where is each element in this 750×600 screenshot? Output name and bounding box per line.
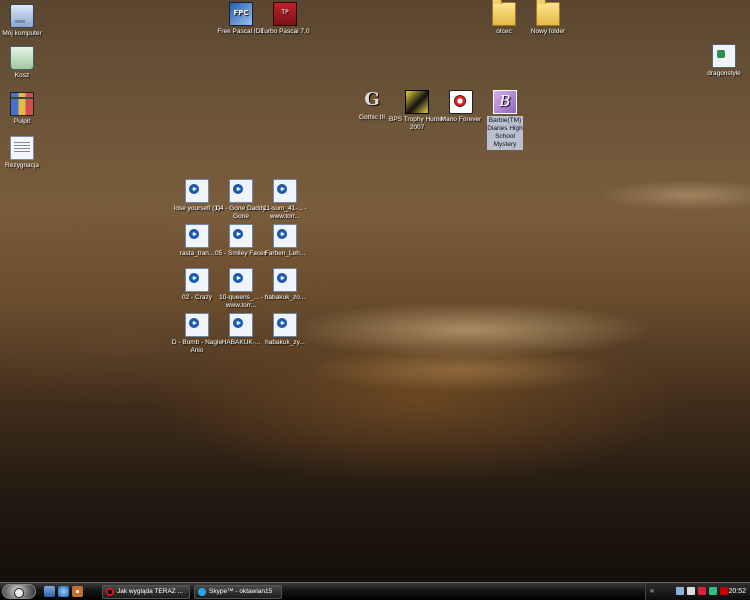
skype-icon xyxy=(198,588,206,596)
bps-trophy-hunter-icon xyxy=(405,90,429,114)
icon-label: Mój komputer xyxy=(2,30,42,37)
desktop-icon-barbie[interactable]: B Barbie(TM) Diaries High School Mystery xyxy=(477,90,533,150)
start-button[interactable] xyxy=(2,584,36,599)
media-file-icon xyxy=(273,179,297,203)
folder-icon xyxy=(536,0,560,26)
icon-label: Pulpit xyxy=(13,118,31,125)
media-file-icon xyxy=(229,268,253,292)
file-label: 11-sum_41-... - www.torr... xyxy=(263,205,307,220)
desktop-icon-nowy-folder[interactable]: Nowy folder xyxy=(520,0,576,36)
show-desktop-icon[interactable] xyxy=(44,586,55,597)
media-file-icon xyxy=(185,268,209,292)
icon-label: Rezygnacja xyxy=(5,162,39,169)
desktop-icon-image xyxy=(10,92,34,116)
tray-expand-icon[interactable]: « xyxy=(650,586,654,596)
media-player-icon[interactable] xyxy=(72,586,83,597)
volume-icon[interactable] xyxy=(687,587,695,595)
media-file-icon xyxy=(229,224,253,248)
computer-icon xyxy=(10,4,34,28)
document-icon xyxy=(10,136,34,160)
file-label: habakuk_zy... xyxy=(265,339,305,346)
barbie-icon: B xyxy=(493,90,517,114)
taskbar-button-opera[interactable]: Jak wygląda TERAZ ... xyxy=(102,585,190,599)
desktop-icon-turbo-pascal[interactable]: TP Turbo Pascal 7.0 xyxy=(257,2,313,36)
desktop-icon-recycle-bin[interactable]: Kosz xyxy=(0,46,50,80)
file-label: Farben_Leh... xyxy=(264,250,306,257)
media-file-icon xyxy=(185,313,209,337)
media-file[interactable]: Farben_Leh... xyxy=(257,224,313,258)
antivirus-icon[interactable] xyxy=(698,587,706,595)
desktop-icon-pulpit[interactable]: Pulpit xyxy=(0,92,50,126)
icon-label: dragonstyle xyxy=(707,70,741,77)
media-file[interactable]: habakuk_zy... xyxy=(257,313,313,347)
system-tray: « 20:52 xyxy=(645,583,750,600)
shield-icon[interactable] xyxy=(709,587,717,595)
media-file-icon xyxy=(185,224,209,248)
task-label: Jak wygląda TERAZ ... xyxy=(117,588,183,595)
network-icon[interactable] xyxy=(676,587,684,595)
folder-icon xyxy=(492,0,516,26)
icon-label: Turbo Pascal 7.0 xyxy=(260,28,310,35)
icon-label: Nowy folder xyxy=(530,28,566,35)
free-pascal-icon: FPC xyxy=(229,2,253,26)
turbo-pascal-icon: TP xyxy=(273,2,297,26)
internet-explorer-icon[interactable] xyxy=(58,586,69,597)
taskbar-button-skype[interactable]: Skype™ - oktawian15 xyxy=(194,585,282,599)
desktop-icon-dragonstyle[interactable]: dragonstyle xyxy=(696,44,750,78)
icon-label: Barbie(TM) Diaries High School Mystery xyxy=(487,116,523,150)
dragonstyle-icon xyxy=(712,44,736,68)
mario-forever-icon xyxy=(449,90,473,114)
desktop-icon-my-computer[interactable]: Mój komputer xyxy=(0,4,50,38)
opera-icon xyxy=(106,588,114,596)
clock[interactable]: 20:52 xyxy=(728,583,746,600)
media-file[interactable]: 11-sum_41-... - www.torr... xyxy=(257,179,313,221)
recycle-bin-icon xyxy=(10,46,34,70)
media-file-icon xyxy=(229,313,253,337)
media-file-icon xyxy=(273,313,297,337)
media-file-icon xyxy=(273,224,297,248)
desktop-icon-rezygnacja[interactable]: Rezygnacja xyxy=(0,136,50,170)
media-file-icon xyxy=(185,179,209,203)
media-file-icon xyxy=(229,179,253,203)
media-file-icon xyxy=(273,268,297,292)
taskbar: Jak wygląda TERAZ ... Skype™ - oktawian1… xyxy=(0,582,750,600)
kaspersky-icon[interactable] xyxy=(720,587,728,595)
file-label: habakuk_zo... xyxy=(264,294,306,301)
icon-label: Kosz xyxy=(14,72,30,79)
gothic-icon: G xyxy=(364,89,380,110)
task-label: Skype™ - oktawian15 xyxy=(209,588,273,595)
media-file[interactable]: habakuk_zo... xyxy=(257,268,313,302)
